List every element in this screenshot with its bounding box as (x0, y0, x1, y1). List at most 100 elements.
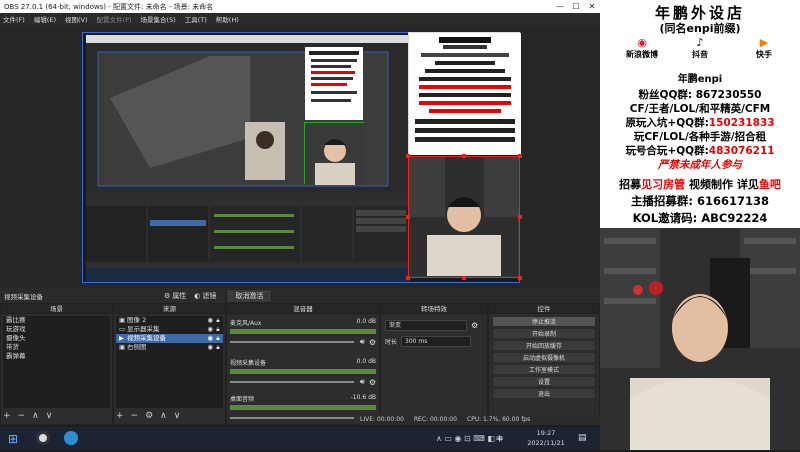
tray-icons[interactable]: ∧ ▭ ◉ ⊡ ⌨ ◧ 🔊︎ (436, 434, 503, 444)
menu-view[interactable]: 视图(V) (65, 14, 88, 24)
camera-feed-graphic (409, 157, 518, 276)
resize-handle-r[interactable] (518, 215, 522, 219)
windows-start-icon[interactable]: ⊞ (8, 432, 18, 446)
play-group-value: 150231833 (708, 117, 775, 129)
move-down-icon[interactable]: ∨ (174, 411, 181, 421)
volume-slider[interactable] (230, 341, 354, 343)
exit-button[interactable]: 退出 (492, 388, 596, 399)
move-down-icon[interactable]: ∨ (46, 411, 53, 421)
video-capture-source[interactable] (406, 154, 522, 280)
window-title-bar: OBS 27.0.1 (64-bit, windows) - 配置文件: 未命名… (0, 0, 600, 13)
gear-icon[interactable]: ⚙ (471, 321, 478, 330)
menu-edit[interactable]: 编辑(E) (34, 14, 56, 24)
duration-label: 时长 (385, 339, 398, 346)
gear-icon[interactable]: ⚙ (145, 411, 153, 421)
mixer-track-2: 视频采集设备 0.0 dB 🔊︎ ⚙ (230, 358, 376, 387)
resize-handle-tr[interactable] (518, 154, 522, 158)
nested-camera-graphic (305, 123, 365, 185)
lock-icon[interactable]: 🔒︎ (213, 316, 223, 325)
resize-handle-tl[interactable] (406, 154, 410, 158)
current-source-label: 视频采集设备 (4, 292, 43, 301)
speaker-icon[interactable]: 🔊︎ (360, 337, 365, 347)
add-icon[interactable]: + (116, 411, 124, 421)
recruit-prefix: 招募 (619, 178, 642, 191)
lock-icon[interactable]: 🔒︎ (213, 325, 223, 334)
volume-meter (230, 369, 376, 374)
transition-select[interactable]: 渐变 (385, 320, 467, 331)
obs-app-icon[interactable] (36, 431, 50, 445)
close-button[interactable]: ✕ (584, 0, 600, 13)
nested-docks-graphic (86, 192, 410, 268)
sources-dock-title: 来源 (114, 304, 225, 314)
controls-dock: 控件 停止推流 开始录制 开始回放缓存 启动虚拟摄像机 工作室模式 设置 退出 (488, 303, 600, 425)
image-icon: ▣ (119, 316, 126, 324)
remove-icon[interactable]: − (131, 411, 139, 421)
source-toolbar: 视频采集设备 ⚙ 属性 ◐ 滤镜 取消激活 (0, 288, 600, 303)
scene-item[interactable]: 霸比赛 (3, 316, 110, 325)
maximize-button[interactable]: ☐ (568, 0, 584, 13)
start-recording-button[interactable]: 开始录制 (492, 328, 596, 339)
webcam-view (600, 228, 800, 450)
transitions-dock: 转场特效 渐变 ⚙ 时长 300 ms (380, 303, 488, 425)
track-name: 桌面音频 (230, 396, 255, 403)
track-db: -10.6 dB (350, 394, 376, 401)
play-group3-value: 483076211 (708, 145, 775, 157)
resize-handle-br[interactable] (518, 276, 522, 280)
play-group-line: 原玩入坑+QQ群:150231833 (600, 115, 800, 130)
source-item[interactable]: ▣ 右侧图 ◉ 🔒︎ (116, 343, 223, 352)
volume-slider[interactable] (230, 417, 354, 419)
menu-file[interactable]: 文件(F) (3, 14, 25, 24)
deactivate-button[interactable]: 取消激活 (226, 288, 273, 303)
recruit-item-3: 鱼吧 (758, 178, 781, 191)
volume-slider[interactable] (230, 381, 354, 383)
stop-streaming-button[interactable]: 停止推流 (492, 316, 596, 327)
menu-profile[interactable]: 配置文件(P) (97, 14, 132, 24)
gear-icon[interactable]: ⚙ (369, 338, 376, 347)
menu-tools[interactable]: 工具(T) (185, 14, 207, 24)
move-up-icon[interactable]: ∧ (160, 411, 167, 421)
settings-button[interactable]: 设置 (492, 376, 596, 387)
remove-icon[interactable]: − (18, 411, 26, 421)
transitions-dock-title: 转场特效 (381, 304, 487, 314)
resize-handle-bl[interactable] (406, 276, 410, 280)
speaker-icon[interactable]: 🔊︎ (360, 377, 365, 387)
resize-handle-t[interactable] (462, 154, 466, 158)
source-item[interactable]: ▣ 图像 2 ◉ 🔒︎ (116, 316, 223, 325)
resize-handle-b[interactable] (462, 276, 466, 280)
recruit-item-1: 见习房管 (641, 178, 686, 191)
lock-icon[interactable]: 🔒︎ (213, 334, 223, 343)
properties-button[interactable]: ⚙ 属性 (164, 291, 186, 301)
resize-handle-l[interactable] (406, 215, 410, 219)
clock-date[interactable]: 2022/11/21 (522, 439, 570, 447)
move-up-icon[interactable]: ∧ (32, 411, 39, 421)
overlay-image-source[interactable] (408, 32, 521, 155)
recruit-mid: 详见 (736, 178, 759, 191)
scene-item[interactable]: 带货 (3, 343, 110, 352)
minimize-button[interactable]: — (552, 0, 568, 13)
source-item[interactable]: ▭ 显示器采集 ◉ 🔒︎ (116, 325, 223, 334)
recruit-line: 招募见习房管 视频制作 详见鱼吧 (600, 176, 800, 192)
scene-item[interactable]: 霸弹幕 (3, 352, 110, 361)
start-replay-buffer-button[interactable]: 开始回放缓存 (492, 340, 596, 351)
add-icon[interactable]: + (3, 411, 11, 421)
lock-icon[interactable]: 🔒︎ (213, 343, 223, 352)
menu-scene-collection[interactable]: 场景集合(S) (141, 14, 176, 24)
source-item-selected[interactable]: ▶ 视频采集设备 ◉ 🔒︎ (116, 334, 223, 343)
nested-overlay-card (305, 47, 363, 120)
gear-icon[interactable]: ⚙ (369, 378, 376, 387)
studio-mode-button[interactable]: 工作室模式 (492, 364, 596, 375)
start-virtual-camera-button[interactable]: 启动虚拟摄像机 (492, 352, 596, 363)
ime-indicator[interactable]: 中 (496, 434, 503, 444)
kuaishou-badge: ▶ 快手 (744, 36, 784, 60)
duration-input[interactable]: 300 ms (401, 336, 472, 347)
notification-icon[interactable]: ▤ (578, 433, 587, 443)
source-label: 显示器采集 (127, 325, 160, 333)
edge-browser-icon[interactable] (64, 431, 78, 445)
scene-item[interactable]: 摄像头 (3, 334, 110, 343)
kol-code-line: KOL邀请码: ABC92224 (632, 211, 768, 225)
menu-help[interactable]: 帮助(H) (216, 14, 239, 24)
windows-taskbar: ⊞ ∧ ▭ ◉ ⊡ ⌨ ◧ 🔊︎ 中 19:27 2022/11/21 ▤ (0, 427, 600, 450)
filters-button[interactable]: ◐ 滤镜 (194, 291, 216, 301)
scene-item[interactable]: 玩游戏 (3, 325, 110, 334)
clock-time[interactable]: 19:27 (522, 429, 570, 437)
